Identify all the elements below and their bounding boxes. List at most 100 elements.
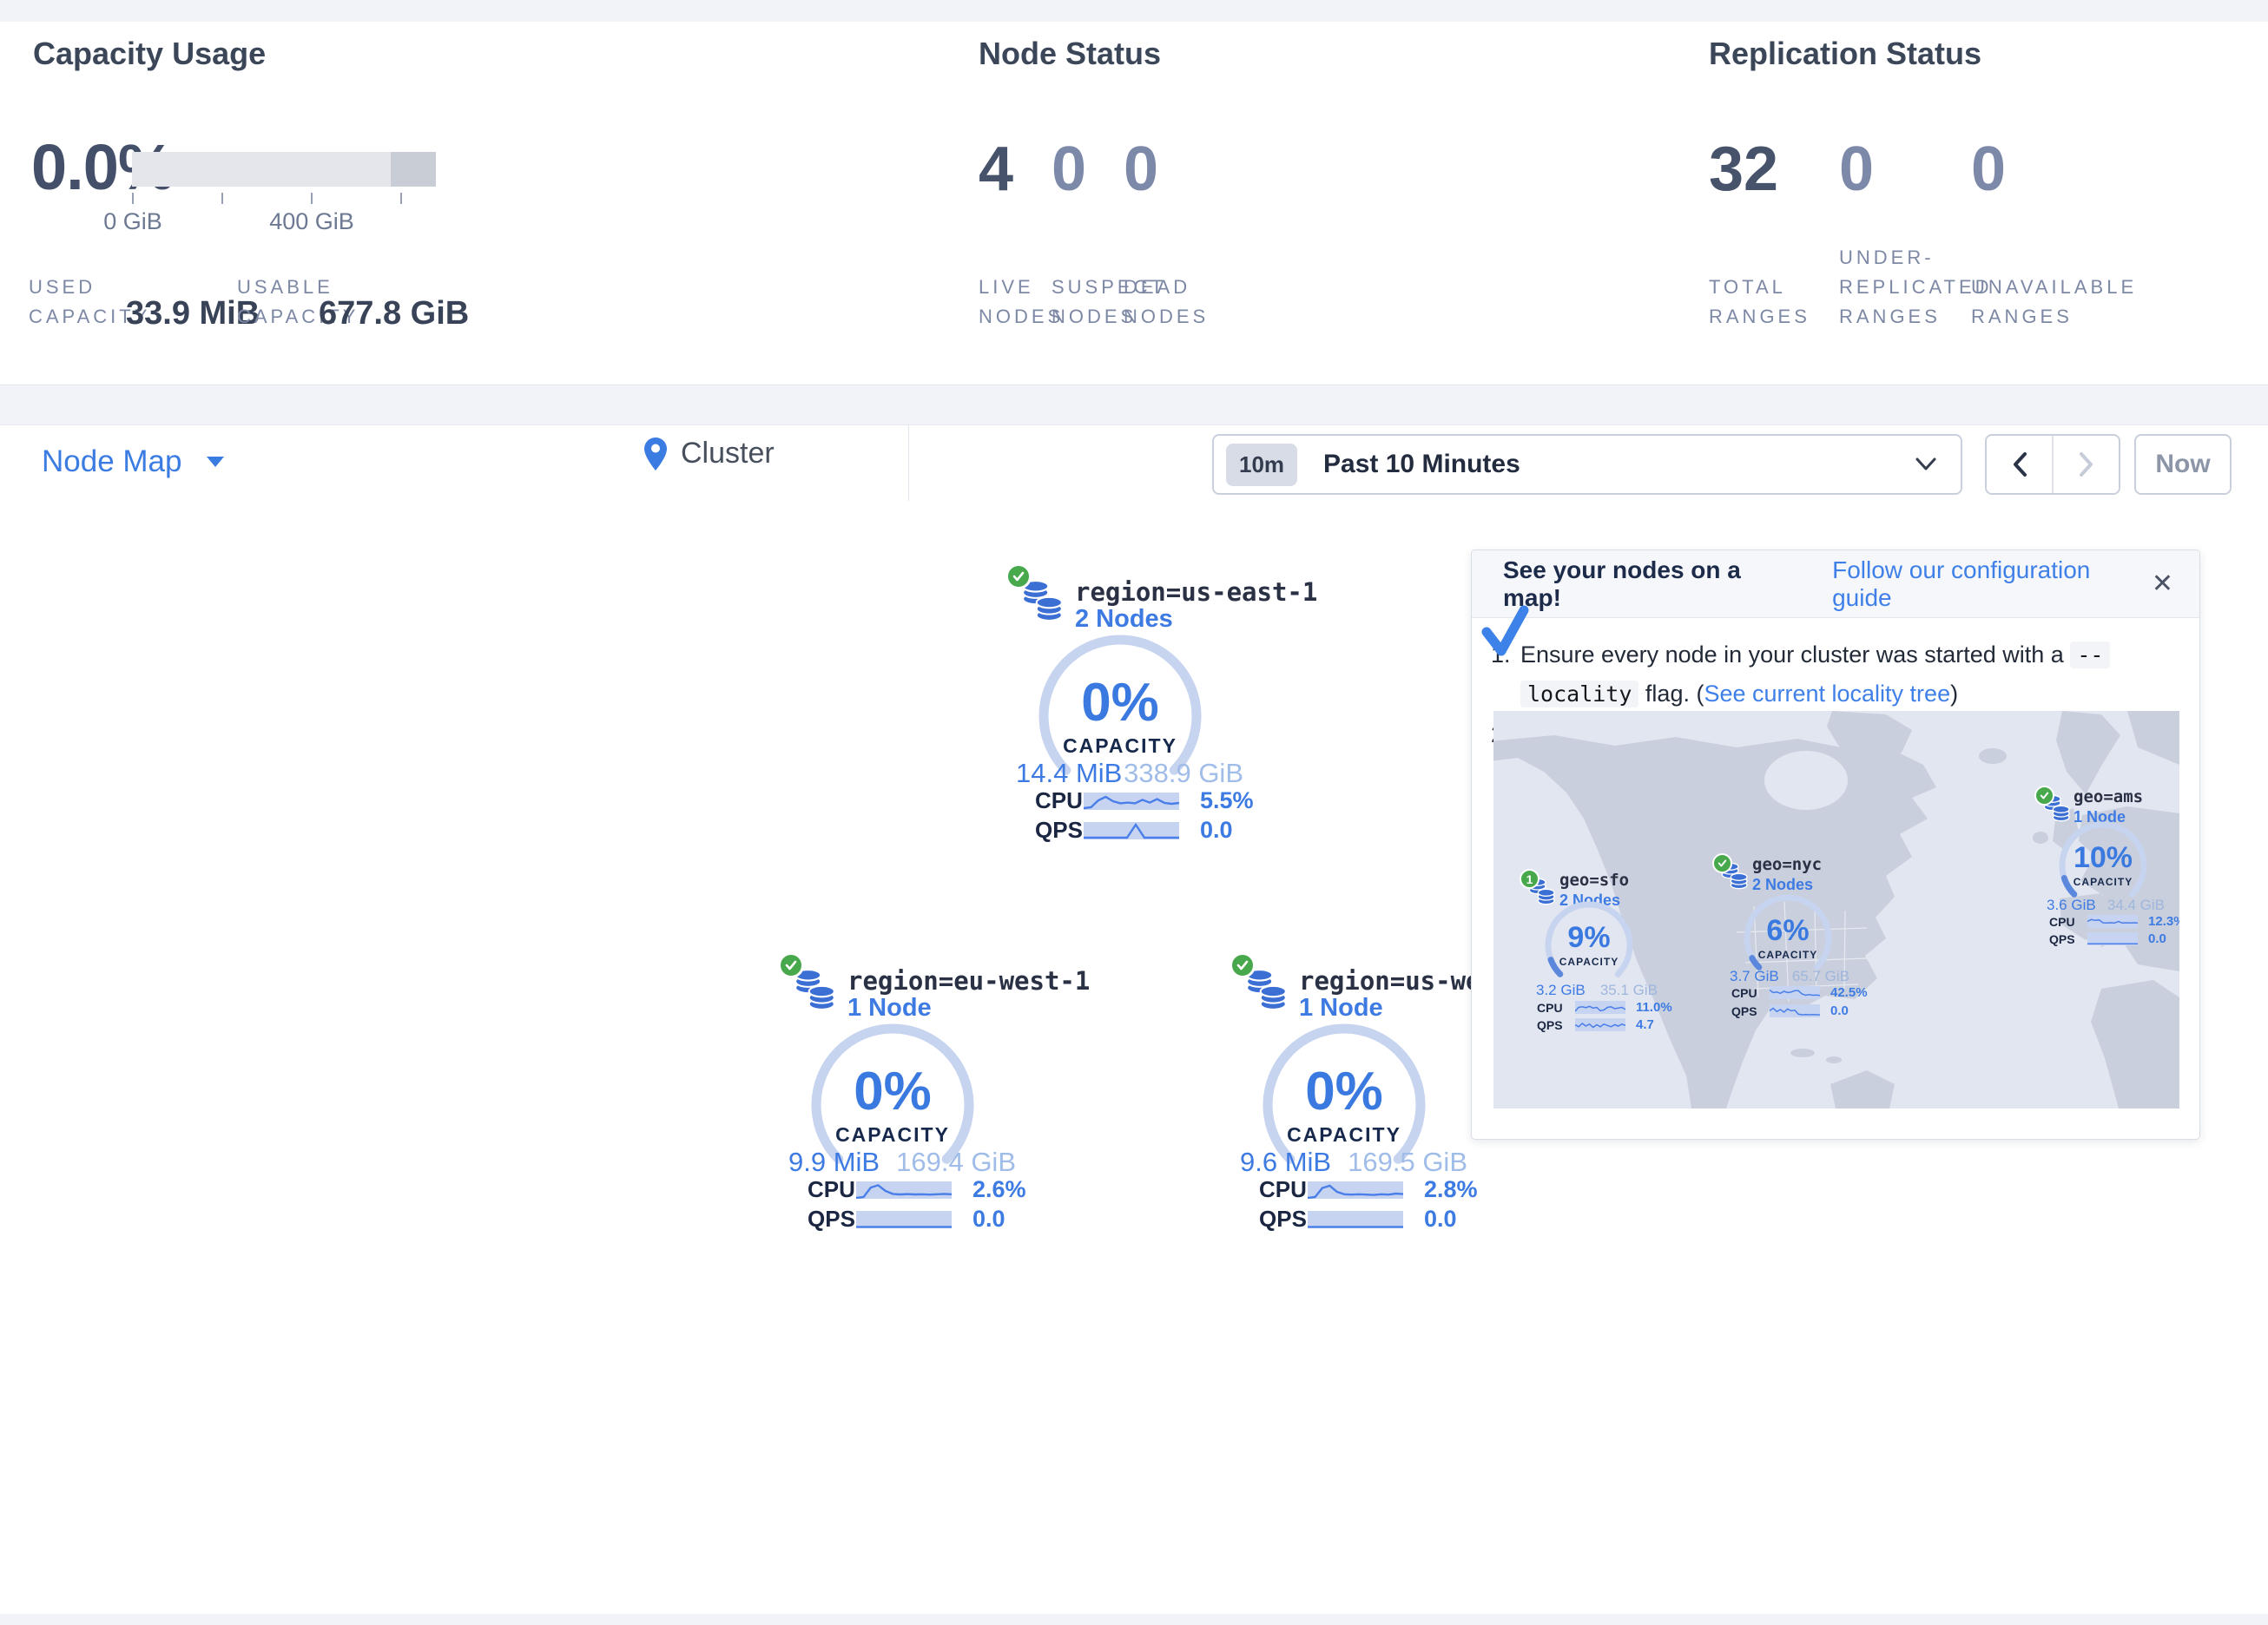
map-pin-icon (644, 438, 667, 470)
breadcrumb[interactable]: Cluster (644, 437, 775, 470)
capacity-gauge-bar (132, 152, 436, 187)
region-node-count: 1 Node (1299, 994, 1383, 1023)
map-node-name: geo=sfo (1559, 871, 1629, 890)
qps-sparkline (1308, 1211, 1403, 1228)
chevron-down-icon (1915, 457, 1936, 471)
capacity-usage-title: Capacity Usage (33, 35, 266, 73)
cpu-value: 42.5% (1830, 985, 1868, 1000)
qps-value: 0.0 (2148, 931, 2166, 946)
qps-value: 0.0 (1830, 1003, 1849, 1018)
axis-tick (132, 193, 134, 204)
under-replicated-count: 0 (1839, 137, 1874, 201)
blue-check-icon (1480, 604, 1529, 658)
cpu-value: 11.0% (1636, 1000, 1672, 1015)
healthy-check-icon (778, 952, 804, 978)
stat-label-line: RANGES (1839, 302, 1941, 332)
time-step-forward-button[interactable] (2052, 436, 2119, 493)
step-text: Ensure every node in your cluster was st… (1520, 635, 2110, 714)
toolbar-divider (908, 424, 909, 501)
healthy-check-icon (1005, 563, 1032, 589)
region-card-us-east-1[interactable]: region=us-east-1 2 Nodes 0% CAPACITY 14.… (990, 560, 1268, 855)
total-capacity: 169.4 GiB (896, 1147, 1016, 1178)
total-capacity: 65.7 GiB (1792, 968, 1849, 985)
step-text-fragment: ) (1950, 681, 1958, 707)
capacity-label: CAPACITY (2046, 876, 2160, 888)
region-card-us-west-1[interactable]: region=us-west-1 1 Node 0% CAPACITY 9.6 … (1214, 949, 1492, 1244)
stat-label-line: RANGES (1709, 302, 1810, 332)
node-map-config-popup: See your nodes on a map! Follow our conf… (1471, 549, 2200, 1140)
qps-label: QPS (1731, 1004, 1770, 1018)
healthy-check-icon (1230, 952, 1256, 978)
node-map-preview: 1 geo=sfo 2 Nodes 9% CAPACITY 3.2 GiB 35… (1493, 711, 2179, 1109)
locality-tree-link[interactable]: See current locality tree (1704, 681, 1950, 707)
qps-sparkline (2087, 932, 2138, 945)
close-icon[interactable]: ✕ (2152, 571, 2173, 597)
qps-value: 0.0 (972, 1206, 1005, 1233)
cpu-value: 12.3% (2148, 914, 2179, 929)
capacity-percent: 0% (1025, 672, 1216, 734)
node-status-title: Node Status (979, 35, 1161, 73)
capacity-percent: 0% (1249, 1061, 1440, 1122)
configuration-guide-link[interactable]: Follow our configuration guide (1832, 556, 2152, 612)
stat-label-line: TOTAL (1709, 273, 1786, 302)
time-range-label: Past 10 Minutes (1323, 450, 1520, 479)
capacity-gauge: 9% CAPACITY (1532, 898, 1646, 982)
capacity-label: CAPACITY (1249, 1123, 1440, 1147)
axis-tick (400, 193, 402, 204)
popup-title: See your nodes on a map! (1503, 556, 1801, 612)
unavailable-count: 0 (1971, 137, 2006, 201)
cpu-value: 2.8% (1424, 1176, 1478, 1203)
now-button[interactable]: Now (2134, 434, 2232, 495)
map-node-name: geo=ams (2074, 787, 2143, 806)
time-step-back-button[interactable] (1987, 436, 2052, 493)
step-text-fragment: Ensure every node in your cluster was st… (1520, 641, 2070, 668)
capacity-gauge-nonusable-segment (391, 152, 437, 187)
capacity-label: CAPACITY (797, 1123, 988, 1147)
stat-label-line: RANGES (1971, 302, 2073, 332)
qps-label: QPS (1537, 1018, 1575, 1032)
cpu-label: CPU (2049, 915, 2087, 929)
time-range-dropdown[interactable]: 10m Past 10 Minutes (1212, 434, 1962, 495)
qps-label: QPS (1035, 817, 1084, 844)
map-node-geo-nyc: geo=nyc 2 Nodes 6% CAPACITY 3.7 GiB 65.7… (1702, 848, 1862, 1018)
cpu-sparkline (856, 1181, 952, 1199)
breadcrumb-cluster-label: Cluster (681, 437, 775, 470)
cpu-sparkline (1308, 1181, 1403, 1199)
code-chip: locality (1520, 681, 1638, 707)
healthy-check-icon (1712, 853, 1732, 873)
capacity-gauge: 10% CAPACITY (2046, 819, 2160, 902)
region-card-eu-west-1[interactable]: region=eu-west-1 1 Node 0% CAPACITY 9.9 … (762, 949, 1040, 1244)
time-range-badge: 10m (1226, 444, 1297, 486)
capacity-percent: 9% (1532, 921, 1646, 955)
stat-label-line: UNDER- (1839, 243, 1935, 273)
stat-label-line: UNAVAILABLE (1971, 273, 2137, 302)
cpu-label: CPU (1035, 787, 1084, 814)
qps-label: QPS (2049, 932, 2087, 946)
region-name: region=eu-west-1 (847, 966, 1090, 996)
region-node-count: 1 Node (847, 994, 932, 1023)
cpu-sparkline (2087, 915, 2138, 928)
qps-value: 0.0 (1424, 1206, 1457, 1233)
region-node-count: 2 Nodes (1075, 605, 1173, 634)
cpu-label: CPU (808, 1176, 856, 1203)
total-capacity: 338.9 GiB (1124, 758, 1243, 789)
axis-tick-label: 400 GiB (269, 208, 354, 235)
capacity-percent: 0% (797, 1061, 988, 1122)
stat-label-line: REPLICATED (1839, 273, 1993, 302)
cluster-overview-page: { "summary": { "capacity": { "title": "C… (0, 0, 2268, 1625)
map-node-name: geo=nyc (1752, 855, 1822, 874)
total-capacity: 34.4 GiB (2107, 897, 2165, 914)
view-selector-label: Node Map (42, 444, 181, 479)
cpu-sparkline (1575, 1001, 1625, 1014)
used-capacity: 3.2 GiB (1536, 982, 1586, 999)
step-1: 1. Ensure every node in your cluster was… (1491, 635, 2172, 714)
view-selector-dropdown[interactable]: Node Map (42, 444, 225, 479)
cpu-sparkline (1770, 986, 1820, 999)
total-ranges-count: 32 (1709, 137, 1778, 201)
cpu-value: 5.5% (1200, 787, 1254, 814)
used-capacity: 3.7 GiB (1730, 968, 1779, 985)
cpu-label: CPU (1731, 986, 1770, 1000)
map-node-geo-sfo: 1 geo=sfo 2 Nodes 9% CAPACITY 3.2 GiB 35… (1513, 865, 1672, 1036)
code-chip: -- (2070, 641, 2110, 668)
region-name: region=us-east-1 (1075, 577, 1317, 607)
